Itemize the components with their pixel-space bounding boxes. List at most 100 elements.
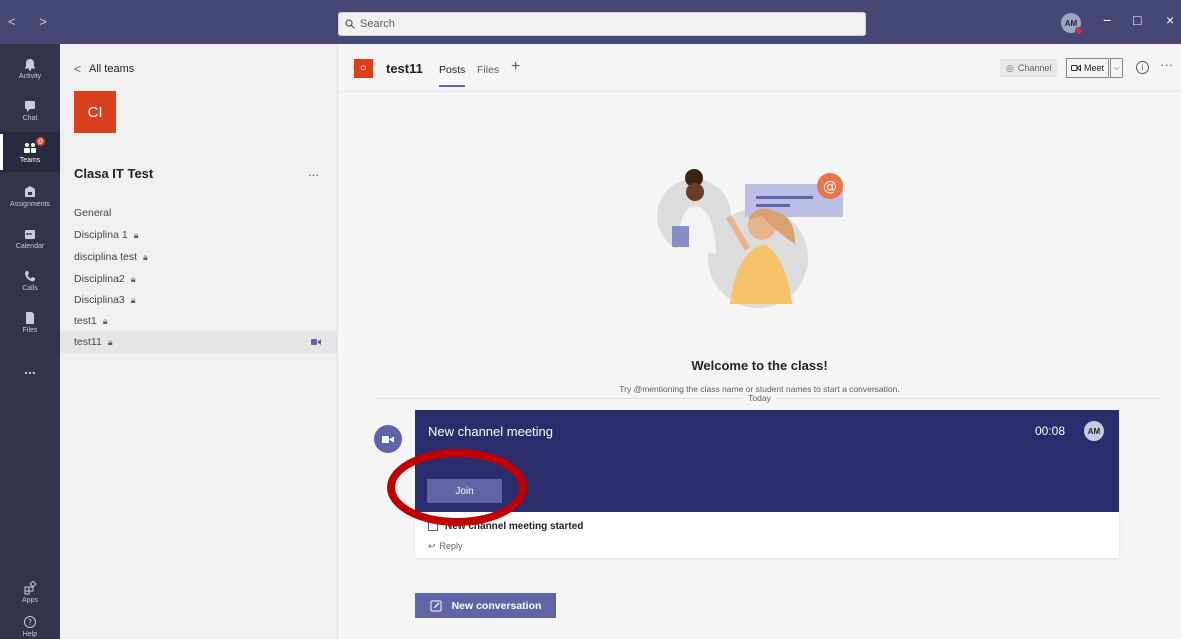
rail-label: Help (22, 630, 38, 638)
eye-icon: ◎ (1006, 62, 1014, 73)
meeting-duration: 00:08 (1035, 424, 1066, 438)
channel-label: test1 (74, 315, 97, 327)
team-name: Clasa IT Test (74, 166, 154, 181)
all-teams-link[interactable]: < All teams (74, 62, 134, 76)
search-icon (345, 19, 355, 29)
info-button[interactable]: i (1136, 61, 1149, 74)
minimize-button[interactable]: − (1103, 12, 1111, 28)
rail-more-button[interactable]: ... (0, 349, 60, 389)
lock-icon: 🔒︎ (130, 273, 136, 284)
assignments-icon (25, 185, 35, 197)
reply-button[interactable]: ↩ Reply (428, 541, 463, 552)
team-panel: < All teams CI Clasa IT Test ... General… (60, 44, 338, 639)
meeting-avatar (374, 425, 402, 453)
participant-avatar[interactable]: AM (1084, 421, 1104, 441)
svg-text:?: ? (28, 618, 32, 627)
join-button[interactable]: Join (427, 479, 502, 503)
rail-label: Activity (18, 72, 42, 80)
user-avatar[interactable]: AM (1061, 13, 1083, 35)
channel-item-test1[interactable]: test1 🔒︎ (60, 310, 337, 332)
lock-icon: 🔒︎ (143, 251, 148, 262)
channel-item-disciplina3[interactable]: Disciplina3 🔒︎ (60, 289, 337, 311)
lock-icon: 🔒︎ (130, 294, 136, 305)
header-more-button[interactable]: ··· (1160, 57, 1173, 72)
channel-team-avatar: CI (354, 59, 373, 78)
compose-icon (430, 600, 442, 611)
teams-icon (24, 142, 36, 153)
channel-name: test11 (386, 61, 423, 76)
rail-label: Chat (22, 114, 38, 122)
chevron-down-icon: ⌵ (1113, 63, 1120, 72)
team-avatar: CI (74, 91, 116, 133)
calendar-icon (25, 229, 35, 239)
all-teams-label: All teams (89, 63, 135, 75)
video-camera-icon (382, 435, 394, 443)
rail-item-files[interactable]: Files (0, 302, 60, 342)
channel-label: Disciplina2 (74, 273, 125, 285)
maximize-button[interactable]: □ (1133, 12, 1141, 28)
chevron-left-icon: < (74, 62, 82, 76)
help-icon: ? (24, 615, 36, 628)
channel-item-disciplina-1[interactable]: Disciplina 1 🔒︎ (60, 224, 337, 246)
reply-icon: ↩ (428, 541, 436, 551)
welcome-illustration: @ (657, 169, 843, 308)
meet-button-label: Meet (1083, 63, 1104, 73)
channel-header: CI test11 Posts Files + ◎ Channel Meet ⌵… (338, 44, 1181, 92)
file-icon (26, 311, 34, 324)
lock-icon: 🔒︎ (102, 315, 108, 326)
channel-item-disciplina-test[interactable]: disciplina test 🔒︎ (60, 246, 337, 268)
tab-posts[interactable]: Posts (439, 64, 466, 87)
new-conversation-label: New conversation (451, 599, 542, 612)
welcome-title: Welcome to the class! (691, 358, 828, 373)
rail-label: Apps (22, 596, 38, 604)
meeting-camera-icon (311, 339, 321, 345)
reply-label: Reply (439, 541, 463, 551)
channel-item-test11[interactable]: test11 🔒︎ (60, 331, 337, 353)
title-bar: < > Search AM − □ × (0, 0, 1181, 44)
rail-item-assignments[interactable]: Assignments (0, 176, 60, 216)
meet-button[interactable]: Meet (1066, 58, 1109, 78)
new-conversation-button[interactable]: New conversation (415, 593, 556, 618)
app-rail: Activity Chat @ Teams Assignments Calend… (0, 44, 60, 639)
channel-item-general[interactable]: General (60, 202, 337, 224)
channel-label: test11 (74, 336, 102, 348)
rail-item-chat[interactable]: Chat (0, 90, 60, 130)
chat-icon (25, 100, 35, 112)
teams-badge: @ (36, 137, 45, 146)
rail-item-calendar[interactable]: Calendar (0, 218, 60, 258)
channel-label: Disciplina 1 (74, 229, 128, 241)
channel-main: CI test11 Posts Files + ◎ Channel Meet ⌵… (338, 44, 1181, 639)
rail-item-help[interactable]: ? Help (0, 606, 60, 639)
rail-item-calls[interactable]: Calls (0, 260, 60, 300)
channel-item-disciplina2[interactable]: Disciplina2 🔒︎ (60, 268, 337, 290)
rail-label: Calendar (15, 242, 45, 250)
meeting-started-text: New channel meeting started (445, 521, 584, 532)
svg-text:@: @ (823, 179, 837, 195)
channel-button-label: Channel (1017, 63, 1052, 73)
meeting-card-footer: New channel meeting started ↩ Reply (415, 512, 1119, 558)
bell-icon (25, 58, 35, 71)
meet-dropdown-button[interactable]: ⌵ (1110, 58, 1123, 78)
meeting-started-icon (428, 521, 438, 531)
rail-item-teams[interactable]: @ Teams (0, 132, 60, 172)
channel-button[interactable]: ◎ Channel (1000, 59, 1058, 77)
history-nav[interactable]: < > (8, 14, 57, 29)
tab-files[interactable]: Files (477, 64, 499, 76)
lock-icon: 🔒︎ (107, 336, 113, 347)
rail-label: Teams (19, 156, 41, 164)
meeting-title: New channel meeting (428, 424, 554, 439)
rail-item-activity[interactable]: Activity (0, 48, 60, 88)
presence-dot (1075, 27, 1083, 35)
search-placeholder: Search (360, 18, 395, 30)
team-more-button[interactable]: ... (308, 164, 319, 179)
apps-icon (24, 580, 37, 594)
rail-label: Files (22, 326, 38, 334)
rail-label: Calls (22, 284, 38, 292)
user-avatar-initials: AM (1064, 18, 1078, 28)
rail-label: Assignments (9, 200, 51, 208)
add-tab-button[interactable]: + (511, 58, 520, 76)
close-button[interactable]: × (1166, 12, 1174, 28)
search-input[interactable]: Search (338, 12, 866, 36)
date-divider: Today (338, 393, 1181, 403)
meeting-card: New channel meeting 00:08 AM Join (415, 410, 1119, 512)
